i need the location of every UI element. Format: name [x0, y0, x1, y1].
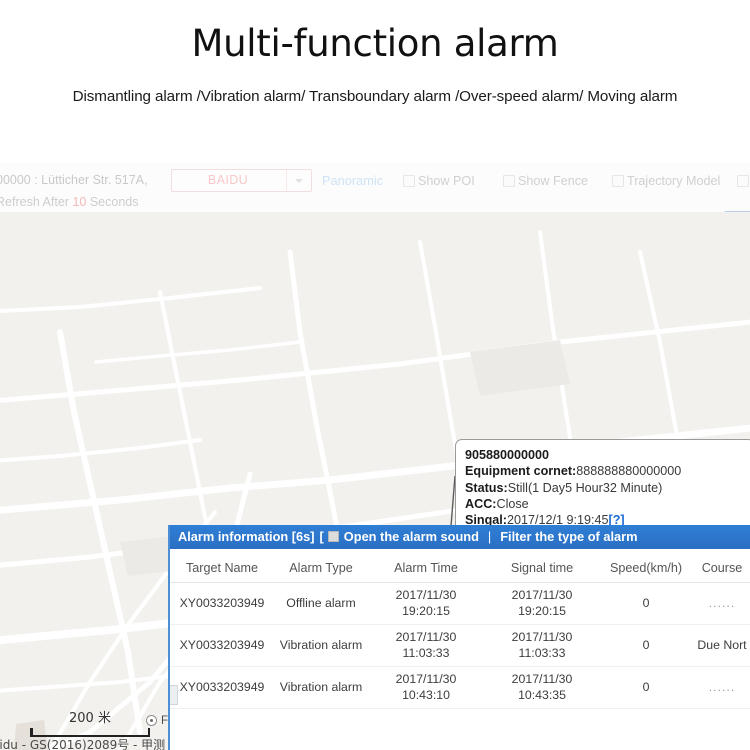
checkbox-label: Show Fence: [518, 174, 588, 188]
column-header-target-name[interactable]: Target Name: [170, 549, 274, 583]
column-header-alarm-type[interactable]: Alarm Type: [274, 549, 368, 583]
table-row[interactable]: XY0033203949 Vibration alarm 2017/11/301…: [170, 625, 750, 667]
cell-course: Due Nort: [692, 625, 750, 667]
map-toolbar: 00000 : Lütticher Str. 517A, BAIDU Panor…: [0, 163, 750, 212]
cell-alarm-type: Offline alarm: [274, 583, 368, 625]
checkbox-box-icon[interactable]: [403, 175, 415, 187]
map-provider-select[interactable]: BAIDU: [171, 169, 312, 192]
checkbox-show-fence[interactable]: Show Fence: [503, 172, 588, 190]
cell-alarm-type: Vibration alarm: [274, 625, 368, 667]
panoramic-link[interactable]: Panoramic: [322, 173, 383, 188]
checkbox-clipped-right[interactable]: [737, 172, 750, 190]
map-provider-value: BAIDU: [172, 173, 284, 187]
alarm-separator: |: [488, 529, 491, 544]
alarm-sound-label[interactable]: Open the alarm sound: [344, 529, 479, 544]
alarm-panel-title: Alarm information [6s]: [178, 529, 315, 544]
alarm-table: Target Name Alarm Type Alarm Time Signal…: [170, 549, 750, 709]
cell-course: ......: [692, 583, 750, 625]
checkbox-open-alarm-sound[interactable]: [328, 531, 339, 542]
cell-signal-time: 2017/11/3010:43:35: [484, 667, 600, 709]
promo-header: Multi-function alarm Dismantling alarm /…: [0, 0, 750, 163]
cell-signal-time: 2017/11/3011:03:33: [484, 625, 600, 667]
toolbar-row-primary: 00000 : Lütticher Str. 517A, BAIDU Panor…: [0, 169, 750, 193]
map-scale-bar: 200 米: [30, 707, 150, 737]
map-copyright: aidu - GS(2016)2089号 - 甲测: [0, 736, 165, 750]
alarm-panel-titlebar: Alarm information [6s] [ Open the alarm so…: [170, 525, 750, 549]
column-header-signal-time[interactable]: Signal time: [484, 549, 600, 583]
table-row[interactable]: XY0033203949 Vibration alarm 2017/11/301…: [170, 667, 750, 709]
cell-alarm-time: 2017/11/3010:43:10: [368, 667, 484, 709]
alarm-information-panel: Alarm information [6s] [ Open the alarm so…: [168, 525, 750, 750]
cell-target-name: XY0033203949: [170, 667, 274, 709]
cell-target-name: XY0033203949: [170, 625, 274, 667]
refresh-interval-label: Refresh After 10 Seconds: [0, 195, 138, 209]
filter-alarm-type-link[interactable]: Filter the type of alarm: [500, 529, 637, 544]
refresh-suffix: Seconds: [90, 195, 139, 209]
cell-speed: 0: [600, 583, 692, 625]
current-address-label: 00000 : Lütticher Str. 517A,: [0, 173, 148, 187]
page-subtitle: Dismantling alarm /Vibration alarm/ Tran…: [0, 88, 750, 105]
alarm-table-wrapper[interactable]: Target Name Alarm Type Alarm Time Signal…: [170, 549, 750, 709]
checkbox-box-icon[interactable]: [737, 175, 749, 187]
cell-alarm-type: Vibration alarm: [274, 667, 368, 709]
checkbox-label: Show POI: [418, 174, 475, 188]
chevron-down-icon[interactable]: [286, 170, 311, 191]
checkbox-box-icon[interactable]: [503, 175, 515, 187]
popup-acc: ACC:Close: [465, 496, 750, 512]
cell-signal-time: 2017/11/3019:20:15: [484, 583, 600, 625]
cell-target-name: XY0033203949: [170, 583, 274, 625]
popup-device-id: 905880000000: [465, 447, 750, 463]
checkbox-trajectory-model[interactable]: Trajectory Model: [612, 172, 720, 190]
table-header-row: Target Name Alarm Type Alarm Time Signal…: [170, 549, 750, 583]
cell-course: ......: [692, 667, 750, 709]
refresh-seconds-value: 10: [72, 195, 86, 209]
popup-status: Status:Still(1 Day5 Hour32 Minute): [465, 480, 750, 496]
column-header-course[interactable]: Course: [692, 549, 750, 583]
cell-speed: 0: [600, 625, 692, 667]
checkbox-box-icon[interactable]: [612, 175, 624, 187]
cell-alarm-time: 2017/11/3011:03:33: [368, 625, 484, 667]
cell-speed: 0: [600, 667, 692, 709]
checkbox-show-poi[interactable]: Show POI: [403, 172, 475, 190]
alarm-bracket: [: [320, 529, 324, 544]
tracking-app: 00000 : Lütticher Str. 517A, BAIDU Panor…: [0, 163, 750, 750]
cell-alarm-time: 2017/11/3019:20:15: [368, 583, 484, 625]
table-row[interactable]: XY0033203949 Offline alarm 2017/11/3019:…: [170, 583, 750, 625]
refresh-prefix: Refresh After: [0, 195, 69, 209]
column-header-alarm-time[interactable]: Alarm Time: [368, 549, 484, 583]
scale-label: 200 米: [30, 707, 150, 726]
checkbox-label: Trajectory Model: [627, 174, 720, 188]
page-title: Multi-function alarm: [0, 22, 750, 65]
column-header-speed[interactable]: Speed(km/h): [600, 549, 692, 583]
popup-cornet: Equipment cornet:888888880000000: [465, 463, 750, 479]
